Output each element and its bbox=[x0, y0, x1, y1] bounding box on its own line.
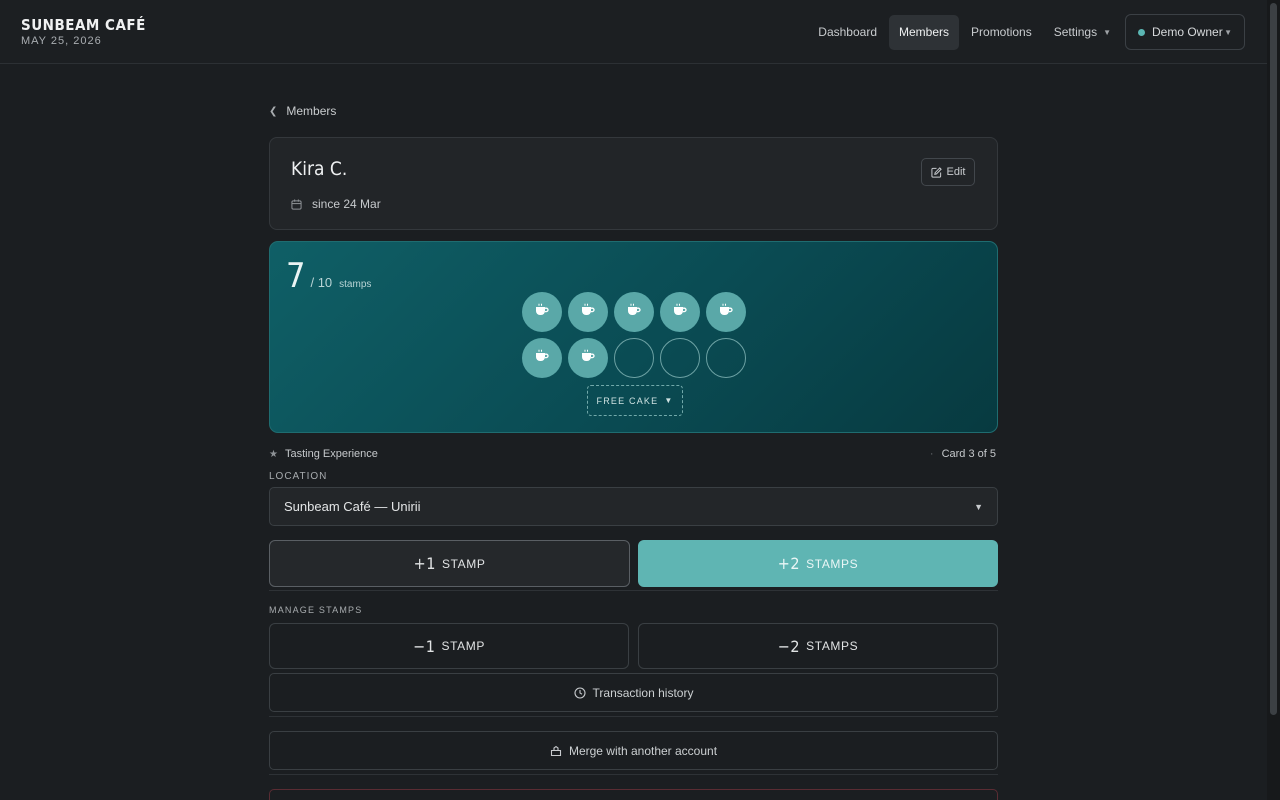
owner-menu-button[interactable]: Demo Owner ▼ bbox=[1125, 14, 1245, 50]
dot-separator-icon: · bbox=[929, 448, 934, 460]
stamp-grid bbox=[522, 292, 748, 378]
page-scrollbar[interactable] bbox=[1267, 0, 1280, 800]
breadcrumb-label: Members bbox=[286, 104, 337, 118]
card-counter: · Card 3 of 5 bbox=[930, 448, 996, 460]
stamp-empty bbox=[660, 338, 700, 378]
location-label: LOCATION bbox=[269, 471, 328, 482]
remove-two-label: STAMPS bbox=[806, 639, 859, 653]
transaction-history-label: Transaction history bbox=[592, 685, 694, 700]
divider bbox=[269, 774, 998, 775]
member-since-text: since 24 Mar bbox=[312, 197, 381, 211]
stamp-count-unit: stamps bbox=[339, 279, 372, 290]
stamp-count-total: / 10 bbox=[310, 275, 333, 290]
nav-members-label: Members bbox=[899, 25, 950, 39]
nav-promotions-label: Promotions bbox=[971, 25, 1032, 39]
edit-icon bbox=[930, 166, 942, 178]
remove-one-num: −1 bbox=[413, 636, 436, 656]
add-one-num: +1 bbox=[413, 554, 436, 573]
merge-icon bbox=[550, 745, 562, 756]
stamp-count-value: 7 bbox=[286, 256, 306, 296]
main-nav: Dashboard Members Promotions Settings ▼ D… bbox=[806, 14, 1245, 50]
member-name: Kira C. bbox=[291, 158, 348, 180]
stamp-filled bbox=[522, 338, 562, 378]
star-icon: ★ bbox=[269, 448, 278, 460]
stamp-filled bbox=[568, 292, 608, 332]
add-one-label: STAMP bbox=[441, 556, 486, 571]
divider bbox=[269, 590, 998, 591]
coffee-cup-icon bbox=[534, 349, 550, 368]
coffee-cup-icon bbox=[718, 303, 734, 322]
chevron-left-icon: ❮ bbox=[269, 105, 278, 117]
brand-name: SUNBEAM CAFÉ bbox=[21, 16, 146, 34]
remove-one-stamp-button[interactable]: −1 STAMP bbox=[269, 623, 629, 669]
stamp-card: 7 / 10 stamps FREE CAKE ▼ bbox=[269, 241, 998, 433]
danger-button[interactable] bbox=[269, 789, 998, 800]
stamp-count: 7 / 10 stamps bbox=[286, 256, 371, 296]
chevron-down-icon: ▼ bbox=[1224, 27, 1232, 37]
member-card: Kira C. since 24 Mar Edit bbox=[269, 137, 998, 230]
chevron-down-icon: ▼ bbox=[974, 501, 983, 512]
edit-label: Edit bbox=[946, 166, 966, 178]
owner-name: Demo Owner bbox=[1152, 25, 1223, 39]
coffee-cup-icon bbox=[626, 303, 642, 322]
status-dot-icon bbox=[1138, 28, 1145, 36]
nav-dashboard-label: Dashboard bbox=[818, 25, 877, 39]
card-counter-label: Card 3 of 5 bbox=[941, 448, 996, 460]
calendar-icon bbox=[291, 198, 302, 210]
reward-label: FREE CAKE bbox=[596, 395, 659, 406]
merge-account-label: Merge with another account bbox=[568, 743, 718, 758]
breadcrumb[interactable]: ❮ Members bbox=[269, 104, 336, 118]
stamp-empty bbox=[614, 338, 654, 378]
coffee-cup-icon bbox=[534, 303, 550, 322]
member-since: since 24 Mar bbox=[291, 197, 381, 211]
reward-select[interactable]: FREE CAKE ▼ bbox=[587, 385, 683, 416]
edit-button[interactable]: Edit bbox=[921, 158, 975, 186]
nav-settings-label: Settings bbox=[1053, 25, 1098, 39]
nav-promotions[interactable]: Promotions bbox=[961, 15, 1042, 50]
coffee-cup-icon bbox=[580, 303, 596, 322]
stamp-filled bbox=[568, 338, 608, 378]
add-two-stamps-button[interactable]: +2 STAMPS bbox=[638, 540, 998, 587]
add-two-label: STAMPS bbox=[806, 556, 859, 571]
location-value: Sunbeam Café — Unirii bbox=[284, 499, 421, 514]
add-one-stamp-button[interactable]: +1 STAMP bbox=[269, 540, 630, 587]
stamp-filled bbox=[614, 292, 654, 332]
chevron-down-icon: ▼ bbox=[1103, 27, 1111, 37]
stamp-filled bbox=[522, 292, 562, 332]
program-label: Tasting Experience bbox=[284, 448, 378, 460]
program-name: ★ Tasting Experience bbox=[269, 448, 378, 460]
location-select[interactable]: Sunbeam Café — Unirii ▼ bbox=[269, 487, 998, 526]
brand[interactable]: SUNBEAM CAFÉ MAY 25, 2026 bbox=[21, 16, 146, 48]
stamp-empty bbox=[706, 338, 746, 378]
add-two-num: +2 bbox=[777, 554, 801, 573]
remove-one-label: STAMP bbox=[441, 639, 485, 653]
top-bar: SUNBEAM CAFÉ MAY 25, 2026 Dashboard Memb… bbox=[0, 0, 1267, 64]
coffee-cup-icon bbox=[672, 303, 688, 322]
brand-date: MAY 25, 2026 bbox=[21, 35, 102, 47]
transaction-history-button[interactable]: Transaction history bbox=[269, 673, 998, 712]
divider bbox=[269, 716, 998, 717]
scrollbar-thumb[interactable] bbox=[1270, 3, 1277, 715]
merge-account-button[interactable]: Merge with another account bbox=[269, 731, 998, 770]
nav-settings[interactable]: Settings ▼ bbox=[1044, 15, 1121, 50]
nav-members[interactable]: Members bbox=[889, 14, 960, 50]
nav-dashboard[interactable]: Dashboard bbox=[808, 15, 887, 50]
stamp-filled bbox=[706, 292, 746, 332]
manage-stamps-label: MANAGE STAMPS bbox=[269, 605, 363, 615]
coffee-cup-icon bbox=[580, 349, 596, 368]
clock-icon bbox=[573, 686, 586, 699]
stamp-filled bbox=[660, 292, 700, 332]
chevron-down-icon: ▼ bbox=[664, 396, 674, 405]
remove-two-stamps-button[interactable]: −2 STAMPS bbox=[638, 623, 998, 669]
remove-two-num: −2 bbox=[777, 636, 801, 656]
